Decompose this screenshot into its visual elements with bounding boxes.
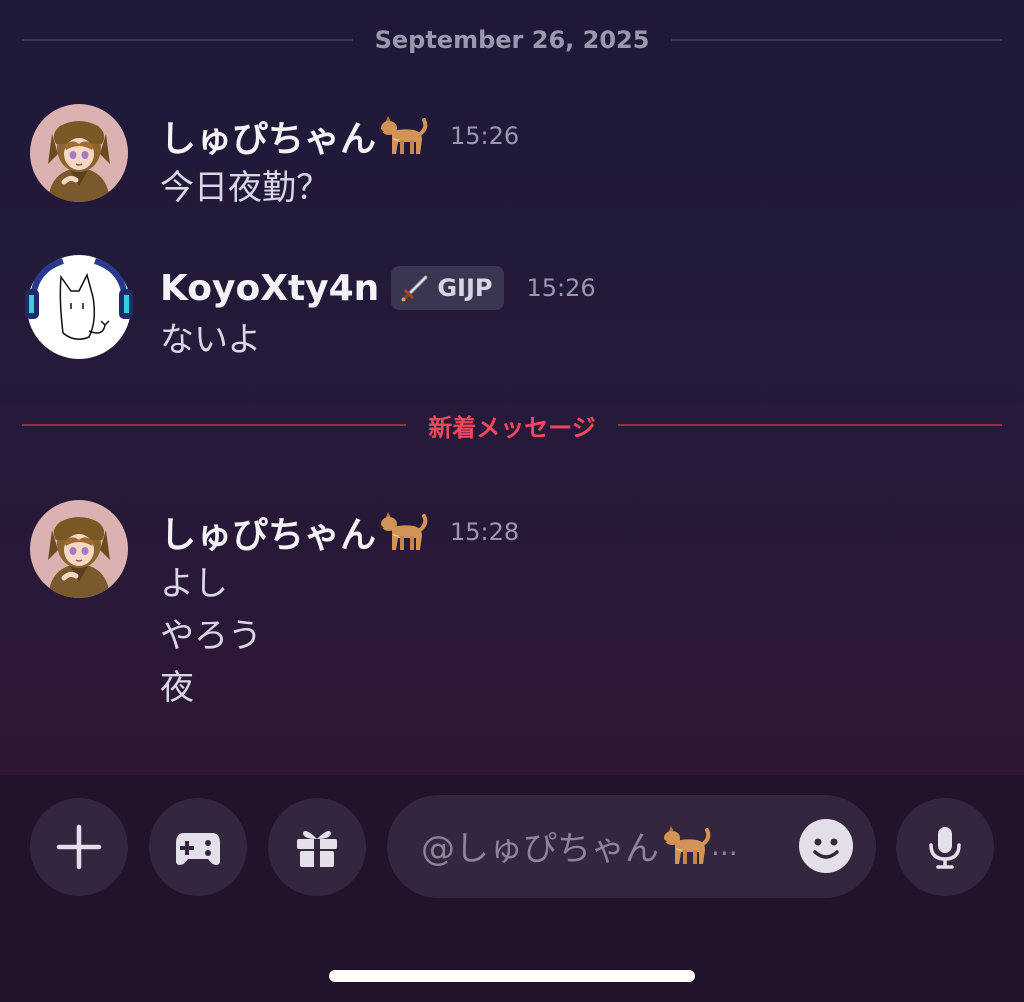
divider-line	[22, 39, 353, 41]
message-text: 夜	[160, 668, 194, 708]
dog-emoji-icon	[378, 112, 428, 160]
home-indicator[interactable]	[329, 970, 695, 982]
username[interactable]: しゅぴちゃん	[160, 110, 376, 162]
sword-icon	[401, 275, 429, 302]
emoji-icon[interactable]	[798, 818, 854, 874]
gift-button[interactable]	[268, 798, 366, 896]
new-messages-label: 新着メッセージ	[428, 413, 596, 442]
message-header: しゅぴちゃん 15:26	[160, 112, 519, 160]
message-timestamp: 15:26	[450, 122, 520, 150]
divider-line	[617, 424, 1002, 426]
date-divider: September 26, 2025	[22, 25, 1003, 55]
dog-emoji-icon	[661, 822, 711, 870]
gift-icon	[297, 831, 337, 867]
message-timestamp: 15:28	[450, 518, 520, 546]
date-divider-label: September 26, 2025	[374, 26, 650, 54]
server-tag[interactable]: GIJP	[391, 266, 505, 310]
voice-message-button[interactable]	[896, 798, 994, 896]
message-input-placeholder: @しゅぴちゃん ...	[421, 821, 738, 870]
divider-line	[671, 39, 1003, 41]
placeholder-text: @しゅぴちゃん	[421, 829, 659, 869]
activities-button[interactable]	[149, 798, 247, 896]
message-text: やろう	[160, 616, 262, 656]
message-input[interactable]: @しゅぴちゃん ...	[387, 795, 876, 898]
avatar[interactable]	[30, 500, 128, 598]
plus-icon	[56, 824, 102, 870]
server-tag-label: GIJP	[437, 274, 493, 302]
message-text: よし	[160, 564, 228, 604]
microphone-icon	[929, 827, 961, 869]
message-header: KoyoXty4n GIJP 15:26	[160, 264, 596, 312]
placeholder-ellipsis: ...	[711, 829, 738, 862]
message-content: ないよ	[160, 314, 261, 366]
message-timestamp: 15:26	[526, 274, 596, 302]
message-content: 今日夜勤？	[160, 162, 330, 214]
divider-line	[22, 424, 407, 426]
username[interactable]: KoyoXty4n	[160, 268, 379, 309]
avatar[interactable]	[30, 104, 128, 202]
message-composer: @しゅぴちゃん ...	[0, 775, 1024, 1002]
message-text: 今日夜勤？	[160, 168, 330, 208]
message-header: しゅぴちゃん 15:28	[160, 508, 519, 556]
message-text: ないよ	[160, 320, 262, 360]
avatar[interactable]	[23, 251, 135, 363]
username[interactable]: しゅぴちゃん	[160, 506, 376, 558]
gamepad-icon	[176, 833, 220, 865]
dog-emoji-icon	[378, 508, 428, 556]
add-attachment-button[interactable]	[30, 798, 128, 896]
message-content: よし やろう 夜	[160, 558, 262, 714]
new-messages-divider: 新着メッセージ	[22, 410, 1002, 442]
